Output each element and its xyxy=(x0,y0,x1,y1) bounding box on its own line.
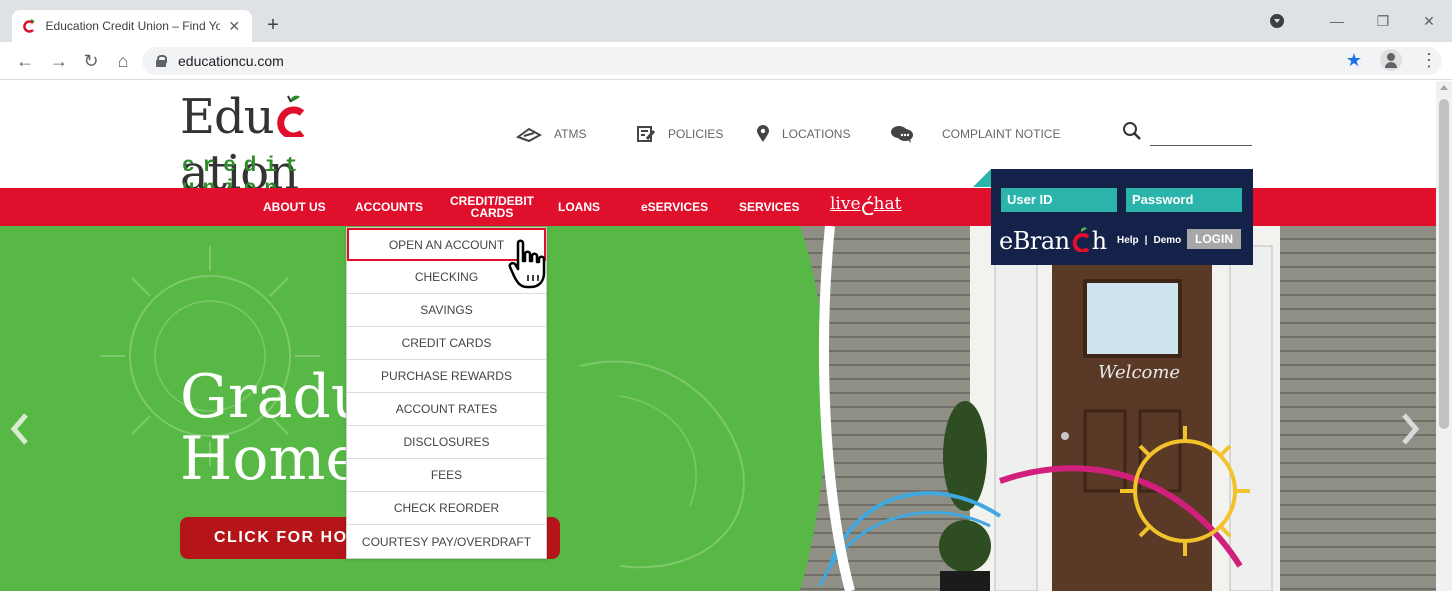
svg-text:Welcome: Welcome xyxy=(1098,362,1180,383)
chat-bubbles-icon xyxy=(890,125,914,143)
site-logo[interactable]: Edu ation credit union xyxy=(180,89,410,201)
home-icon[interactable]: ⌂ xyxy=(112,50,134,72)
close-tab-icon[interactable]: ✕ xyxy=(226,18,242,35)
ebranch-logo: eBran h xyxy=(999,227,1107,255)
map-pin-icon xyxy=(756,125,770,143)
panel-notch xyxy=(973,169,991,187)
close-window-icon[interactable]: ✕ xyxy=(1406,0,1452,42)
kebab-menu-icon[interactable]: ⋮ xyxy=(1420,51,1438,69)
search-input[interactable] xyxy=(1150,128,1252,146)
nav-eservices[interactable]: eSERVICES xyxy=(641,188,708,226)
profile-menu-icon[interactable] xyxy=(1270,14,1284,28)
eye-icon xyxy=(516,125,542,143)
ebranch-login-panel: User ID Password eBran h Help | Demo LOG… xyxy=(973,169,1253,265)
apple-c-logo-icon xyxy=(274,95,310,137)
utility-link-complaint-notice[interactable]: COMPLAINT NOTICE xyxy=(890,125,1060,143)
tab-strip: Education Credit Union – Find Yo ✕ + — ❐… xyxy=(0,0,1452,42)
address-bar[interactable]: educationcu.com xyxy=(142,47,1442,75)
utility-label: LOCATIONS xyxy=(782,127,851,141)
browser-toolbar: ← → ↻ ⌂ educationcu.com ★ ⋮ xyxy=(0,42,1452,80)
apple-c-logo-icon xyxy=(1070,227,1092,252)
back-arrow-icon[interactable]: ← xyxy=(14,50,36,72)
forward-arrow-icon[interactable]: → xyxy=(48,50,70,72)
browser-tab[interactable]: Education Credit Union – Find Yo ✕ xyxy=(12,10,252,42)
hand-pointer-cursor-icon xyxy=(508,239,550,291)
web-page: Edu ation credit union ATMS POLICIES xyxy=(0,81,1452,591)
url-text: educationcu.com xyxy=(178,53,284,69)
password-field[interactable]: Password xyxy=(1126,188,1242,212)
utility-label: COMPLAINT NOTICE xyxy=(942,127,1061,141)
scroll-up-icon[interactable] xyxy=(1440,85,1448,90)
nav-loans[interactable]: LOANS xyxy=(558,188,600,226)
site-search xyxy=(1122,121,1252,146)
window-controls: — ❐ ✕ xyxy=(1270,0,1452,42)
dropdown-item[interactable]: CHECK REORDER xyxy=(347,492,546,525)
dropdown-item[interactable]: FEES xyxy=(347,459,546,492)
dropdown-item[interactable]: SAVINGS xyxy=(347,294,546,327)
login-links: Help | Demo xyxy=(1117,235,1181,246)
dropdown-item[interactable]: CREDIT CARDS xyxy=(347,327,546,360)
page-scrollbar[interactable] xyxy=(1436,81,1452,591)
nav-about-us[interactable]: ABOUT US xyxy=(263,188,326,226)
dropdown-item[interactable]: DISCLOSURES xyxy=(347,426,546,459)
hero-title: Gradu Home xyxy=(180,362,370,494)
nav-label-line2: CARDS xyxy=(470,206,514,220)
hero-banner: Welcome Gradu Home CLICK FOR HOME xyxy=(0,226,1436,591)
utility-label: POLICIES xyxy=(668,127,724,141)
utility-label: ATMS xyxy=(554,127,587,141)
login-button[interactable]: LOGIN xyxy=(1187,229,1241,249)
utility-link-policies[interactable]: POLICIES xyxy=(636,125,723,143)
reload-icon[interactable]: ↻ xyxy=(80,50,102,72)
apple-c-favicon-icon xyxy=(22,18,38,34)
minimize-icon[interactable]: — xyxy=(1314,0,1360,42)
carousel-prev-chevron-icon[interactable] xyxy=(8,411,32,447)
new-tab-plus-icon[interactable]: + xyxy=(262,15,284,37)
nav-accounts[interactable]: ACCOUNTS xyxy=(355,188,423,226)
lock-icon xyxy=(156,55,167,67)
utility-link-locations[interactable]: LOCATIONS xyxy=(756,125,850,143)
browser-chrome: Education Credit Union – Find Yo ✕ + — ❐… xyxy=(0,0,1452,80)
house-door-photo: Welcome xyxy=(800,226,1436,591)
dropdown-item[interactable]: PURCHASE REWARDS xyxy=(347,360,546,393)
edit-icon xyxy=(636,125,656,143)
account-avatar-icon[interactable] xyxy=(1380,49,1402,71)
nav-services[interactable]: SERVICES xyxy=(739,188,799,226)
demo-link[interactable]: Demo xyxy=(1153,235,1181,246)
link-separator: | xyxy=(1144,235,1148,246)
search-icon[interactable] xyxy=(1122,121,1142,146)
nav-credit-debit-cards[interactable]: CREDIT/DEBIT CARDS xyxy=(450,188,534,226)
user-id-field[interactable]: User ID xyxy=(1001,188,1117,212)
front-door-illustration: Welcome xyxy=(800,226,1436,591)
nav-live-chat[interactable]: live hat xyxy=(830,194,901,215)
toolbar-actions: ★ ⋮ xyxy=(1346,49,1438,71)
dropdown-item[interactable]: COURTESY PAY/OVERDRAFT xyxy=(347,525,546,558)
dropdown-item[interactable]: ACCOUNT RATES xyxy=(347,393,546,426)
utility-link-atms[interactable]: ATMS xyxy=(516,125,586,143)
help-link[interactable]: Help xyxy=(1117,235,1139,246)
restore-icon[interactable]: ❐ xyxy=(1360,0,1406,42)
tab-title: Education Credit Union – Find Yo xyxy=(45,19,221,33)
screen: Education Credit Union – Find Yo ✕ + — ❐… xyxy=(0,0,1452,591)
scrollbar-thumb[interactable] xyxy=(1439,99,1449,429)
bookmark-star-icon[interactable]: ★ xyxy=(1346,50,1362,71)
carousel-next-chevron-icon[interactable] xyxy=(1398,411,1422,447)
